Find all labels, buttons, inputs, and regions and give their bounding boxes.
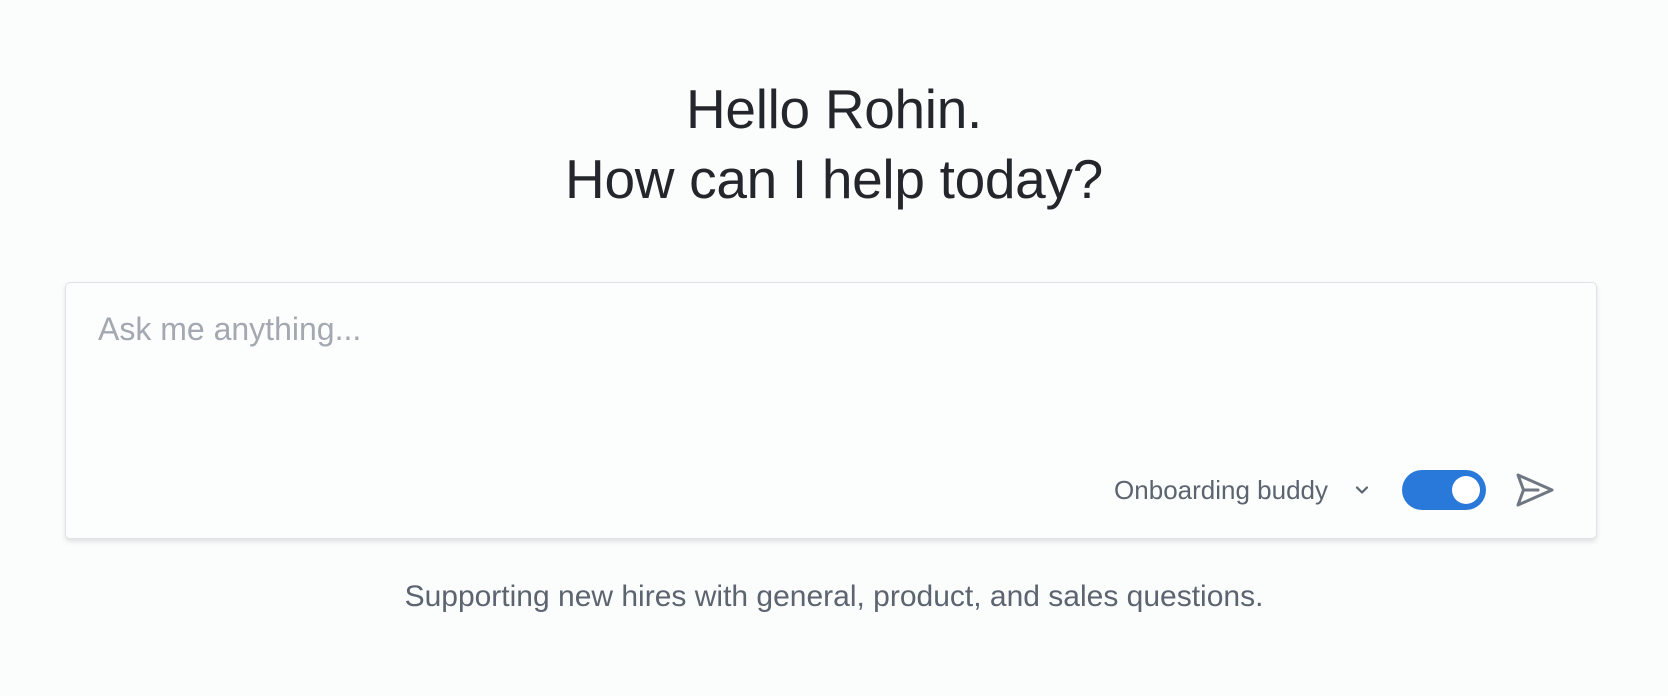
prompt-composer: Onboarding buddy (65, 282, 1597, 539)
assistant-description: Supporting new hires with general, produ… (404, 580, 1264, 613)
mode-toggle[interactable] (1402, 470, 1486, 510)
toggle-knob (1452, 476, 1480, 504)
chevron-down-icon (1355, 486, 1369, 494)
greeting-line-2: How can I help today? (565, 148, 1103, 210)
assistant-dropdown-label: Onboarding buddy (1114, 474, 1328, 505)
send-icon (1516, 473, 1554, 507)
chat-home: Hello Rohin. How can I help today? Onboa… (0, 0, 1668, 696)
assistant-dropdown[interactable]: Onboarding buddy (1114, 475, 1372, 506)
greeting-heading: Hello Rohin. How can I help today? (0, 74, 1668, 214)
prompt-input[interactable] (98, 311, 1558, 431)
composer-controls: Onboarding buddy (1114, 468, 1556, 512)
send-button[interactable] (1514, 469, 1556, 511)
greeting-line-1: Hello Rohin. (686, 78, 982, 140)
